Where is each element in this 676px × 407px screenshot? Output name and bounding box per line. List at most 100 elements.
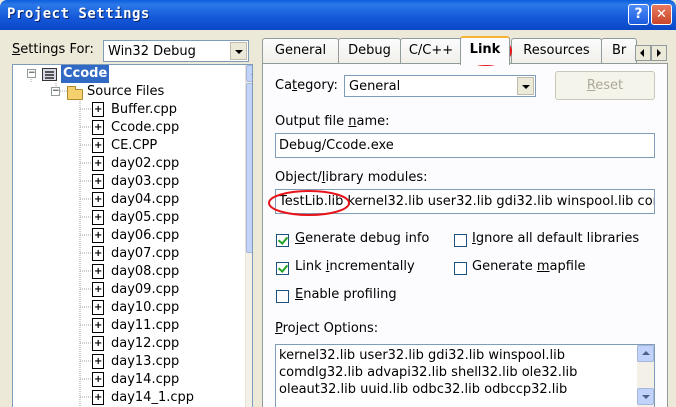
tree-item-file[interactable]: day14.cpp xyxy=(13,371,243,389)
tree-item-label: day09.cpp xyxy=(111,282,180,297)
textarea-scrollbar[interactable] xyxy=(637,345,654,407)
tree-item-file[interactable]: day04.cpp xyxy=(13,191,243,209)
tree-item-label: Buffer.cpp xyxy=(111,102,178,117)
tree-item-file[interactable]: Buffer.cpp xyxy=(13,101,243,119)
category-combo[interactable]: General xyxy=(344,75,536,97)
close-icon: ✕ xyxy=(656,7,667,22)
scroll-up-button[interactable] xyxy=(637,345,654,362)
tree-item-file[interactable]: day13.cpp xyxy=(13,353,243,371)
tree-item-file[interactable]: day14_1.cpp xyxy=(13,389,243,407)
scroll-thumb[interactable] xyxy=(246,83,252,253)
tree-item-file[interactable]: day02.cpp xyxy=(13,155,243,173)
collapse-icon[interactable]: − xyxy=(27,69,36,78)
tree-item-label: day12.cpp xyxy=(111,336,180,351)
source-file-icon xyxy=(92,371,104,389)
window-title: Project Settings xyxy=(7,6,150,22)
settings-for-value: Win32 Debug xyxy=(108,44,196,59)
source-file-icon xyxy=(92,281,104,299)
modules-label: Object/library modules: xyxy=(275,170,428,185)
tree-item-file[interactable]: day10.cpp xyxy=(13,299,243,317)
source-file-icon xyxy=(92,155,104,173)
checkbox-box[interactable] xyxy=(276,234,289,247)
checkbox-box[interactable] xyxy=(276,290,289,303)
project-icon xyxy=(42,68,57,81)
tab-browse-info[interactable]: Br xyxy=(601,38,637,63)
checkbox-label: Link incrementally xyxy=(295,259,415,274)
tree-item-file[interactable]: Ccode.cpp xyxy=(13,119,243,137)
tree-item-label: day10.cpp xyxy=(111,300,180,315)
tree-scrollbar[interactable] xyxy=(245,65,252,407)
reset-button[interactable]: Reset xyxy=(555,71,655,100)
project-options-label: Project Options: xyxy=(275,321,379,336)
tree-item-file[interactable]: CE.CPP xyxy=(13,137,243,155)
textarea-line: oleaut32.lib uuid.lib odbc32.lib odbccp3… xyxy=(279,382,568,397)
tree-item-project[interactable]: − Ccode xyxy=(13,65,243,83)
tree-item-file[interactable]: day05.cpp xyxy=(13,209,243,227)
tree-item-file[interactable]: day08.cpp xyxy=(13,263,243,281)
tree-item-label: day13.cpp xyxy=(111,354,180,369)
tab-link[interactable]: Link xyxy=(460,36,510,65)
tree-item-label: day03.cpp xyxy=(111,174,180,189)
source-file-icon xyxy=(92,245,104,263)
checkbox-box[interactable] xyxy=(276,262,289,275)
tree-item-label: day05.cpp xyxy=(111,210,180,225)
chevron-down-icon[interactable] xyxy=(517,77,534,95)
tree-item-file[interactable]: day03.cpp xyxy=(13,173,243,191)
source-file-icon xyxy=(92,317,104,335)
checkbox-label: Ignore all default libraries xyxy=(472,231,640,246)
tree-item-file[interactable]: day11.cpp xyxy=(13,317,243,335)
category-label: Category: xyxy=(275,78,338,93)
tree-item-file[interactable]: day06.cpp xyxy=(13,227,243,245)
checkbox-box[interactable] xyxy=(454,262,467,275)
collapse-icon[interactable]: − xyxy=(51,87,60,96)
title-bar[interactable]: Project Settings ? ✕ xyxy=(0,0,676,30)
chevron-down-icon[interactable] xyxy=(230,42,247,60)
output-file-input[interactable]: Debug/Ccode.exe xyxy=(275,133,655,158)
tree-item-label: day14_1.cpp xyxy=(111,390,195,405)
source-file-icon xyxy=(92,209,104,227)
source-file-icon xyxy=(92,173,104,191)
tab-debug[interactable]: Debug xyxy=(338,38,401,63)
tree-item-label: Source Files xyxy=(87,84,165,99)
source-file-icon xyxy=(92,191,104,209)
tree-item-label: day11.cpp xyxy=(111,318,180,333)
settings-for-label: Settings For: xyxy=(12,42,94,57)
settings-for-combo[interactable]: Win32 Debug xyxy=(103,40,249,62)
scroll-down-button[interactable] xyxy=(637,388,654,405)
tree-item-file[interactable]: day09.cpp xyxy=(13,281,243,299)
scroll-up-button[interactable] xyxy=(246,65,252,82)
source-file-icon xyxy=(92,101,104,119)
tree-item-file[interactable]: day12.cpp xyxy=(13,335,243,353)
close-button[interactable]: ✕ xyxy=(651,4,672,25)
tree-item-label: Ccode xyxy=(61,65,110,83)
source-file-icon xyxy=(92,227,104,245)
tree-item-label: day06.cpp xyxy=(111,228,180,243)
tree-item-label: day07.cpp xyxy=(111,246,180,261)
checkbox-label: Generate debug info xyxy=(295,231,430,246)
project-options-textarea[interactable]: kernel32.lib user32.lib gdi32.lib winspo… xyxy=(275,344,655,407)
source-file-icon xyxy=(92,389,104,407)
tab-scroll-left-button[interactable] xyxy=(635,45,651,61)
source-file-icon xyxy=(92,119,104,137)
checkbox-box[interactable] xyxy=(454,234,467,247)
textarea-line: kernel32.lib user32.lib gdi32.lib winspo… xyxy=(279,348,565,363)
source-file-icon xyxy=(92,263,104,281)
source-file-icon xyxy=(92,353,104,371)
project-tree[interactable]: − Ccode − Source Files Buffer.cpp Ccode.… xyxy=(12,64,253,407)
tree-item-label: day08.cpp xyxy=(111,264,180,279)
tab-strip: General Debug C/C++ Link Resources Br xyxy=(262,36,668,65)
source-file-icon xyxy=(92,335,104,353)
tab-general[interactable]: General xyxy=(262,38,339,63)
tree-item-label: CE.CPP xyxy=(111,138,158,153)
tree-item-file[interactable]: day07.cpp xyxy=(13,245,243,263)
help-button[interactable]: ? xyxy=(628,4,649,25)
tab-c-cpp[interactable]: C/C++ xyxy=(400,38,462,63)
tree-item-folder[interactable]: − Source Files xyxy=(13,83,243,101)
tab-scroll-right-button[interactable] xyxy=(651,45,667,61)
textarea-line: comdlg32.lib advapi32.lib shell32.lib ol… xyxy=(279,365,578,380)
folder-icon xyxy=(67,86,83,100)
output-file-label: Output file name: xyxy=(275,114,390,129)
tab-resources[interactable]: Resources xyxy=(511,38,602,63)
tree-item-label: Ccode.cpp xyxy=(111,120,180,135)
modules-input[interactable]: TestLib.lib kernel32.lib user32.lib gdi3… xyxy=(275,189,655,214)
